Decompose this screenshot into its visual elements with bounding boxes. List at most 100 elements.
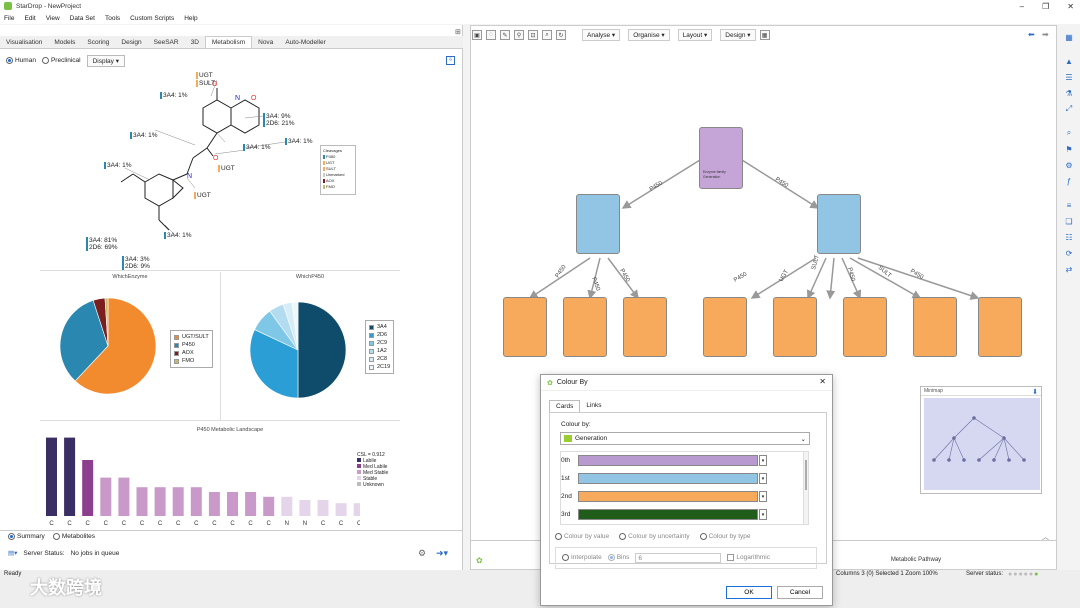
formula-icon[interactable]: ƒ [1063, 175, 1075, 187]
rows-icon[interactable]: ≡ [1063, 199, 1075, 211]
menu-help[interactable]: Help [184, 15, 197, 22]
pathway-node-gen2[interactable] [703, 297, 747, 357]
tab-seesar[interactable]: SeeSAR [148, 37, 185, 48]
minimap-view[interactable] [924, 398, 1040, 490]
layout-icon[interactable]: ⊡ [528, 30, 538, 40]
organise-menu[interactable]: Organise ▾ [628, 29, 670, 41]
chart-icon[interactable]: ▲ [1063, 55, 1075, 67]
pathway-node-gen2[interactable] [913, 297, 957, 357]
pathway-node-gen1[interactable] [817, 194, 861, 254]
human-radio[interactable]: Human [6, 57, 36, 65]
stack-icon[interactable]: ☷ [1063, 231, 1075, 243]
metabolites-radio[interactable]: Metabolites [52, 533, 95, 540]
pathway-node-gen2[interactable] [563, 297, 607, 357]
back-arrow-icon[interactable]: ⬅ [1028, 30, 1035, 39]
tab-visualisation[interactable]: Visualisation [0, 37, 48, 48]
tab-3d[interactable]: 3D [185, 37, 205, 48]
swatch-dropdown-icon[interactable]: ▾ [759, 491, 767, 502]
preclinical-radio[interactable]: Preclinical [41, 57, 81, 65]
generation-label: 0th [561, 457, 571, 464]
server-icon[interactable]: ▤▾ [8, 549, 17, 557]
tab-links[interactable]: Links [580, 400, 607, 412]
pathway-node-parent[interactable]: Enzyme family Generation [699, 127, 743, 189]
colour-by-type-radio[interactable]: Colour by type [699, 533, 751, 540]
colour-by-select[interactable]: Generation ⌄ [560, 432, 810, 445]
pathway-node-gen2[interactable] [773, 297, 817, 357]
tab-design[interactable]: Design [115, 37, 147, 48]
tab-auto-modeller[interactable]: Auto-Modeller [279, 37, 331, 48]
settings-icon[interactable]: ⚙ [1063, 159, 1075, 171]
tab-scoring[interactable]: Scoring [81, 37, 115, 48]
logarithmic-checkbox[interactable]: Logarithmic [727, 554, 770, 562]
layers-icon[interactable]: ❏ [1063, 215, 1075, 227]
summary-radio[interactable]: Summary [8, 533, 45, 540]
menu-custom-scripts[interactable]: Custom Scripts [130, 15, 174, 22]
swatch-dropdown-icon[interactable]: ▾ [759, 455, 767, 466]
tab-metabolism[interactable]: Metabolism [204, 36, 253, 48]
search-icon[interactable]: ⌕ [1063, 127, 1075, 139]
color-swatch[interactable] [578, 509, 758, 520]
tab-nova[interactable]: Nova [252, 37, 279, 48]
maximize-icon[interactable]: ❐ [1042, 2, 1049, 11]
tag-icon[interactable]: ⚑ [1063, 143, 1075, 155]
lasso-icon[interactable]: ◌ [486, 30, 496, 40]
select-icon[interactable]: ▣ [472, 30, 482, 40]
color-row: 2nd ▾ [561, 490, 801, 508]
interpolate-radio[interactable]: Interpolate [562, 554, 602, 562]
swatch-dropdown-icon[interactable]: ▾ [759, 473, 767, 484]
pathway-node-gen2[interactable] [503, 297, 547, 357]
connect-icon[interactable]: ⇄ [1063, 263, 1075, 275]
menu-tools[interactable]: Tools [105, 15, 120, 22]
pathway-node-gen2[interactable] [843, 297, 887, 357]
swatch-dropdown-icon[interactable]: ▾ [759, 509, 767, 520]
menu-view[interactable]: View [46, 15, 60, 22]
bar [353, 503, 360, 516]
menu-edit[interactable]: Edit [24, 15, 35, 22]
window-title: StarDrop - NewProject [16, 2, 82, 10]
site-label-ugt-low: UGT [194, 192, 211, 199]
colour-by-uncertainty-radio[interactable]: Colour by uncertainty [619, 533, 690, 540]
grid-icon[interactable]: ▦ [759, 30, 770, 40]
zoom-icon[interactable]: ⌕ [542, 30, 552, 40]
pathway-node-gen1[interactable] [576, 194, 620, 254]
table-icon[interactable]: ▦ [1063, 31, 1075, 43]
menu-file[interactable]: File [4, 15, 14, 22]
pathway-node-gen2[interactable] [978, 297, 1022, 357]
pen-icon[interactable]: ✎ [500, 30, 510, 40]
refresh-icon[interactable]: ↻ [556, 30, 566, 40]
analyse-menu[interactable]: Analyse ▾ [582, 29, 621, 41]
run-arrow-icon[interactable]: ➜▾ [436, 548, 448, 559]
color-swatch[interactable] [578, 491, 758, 502]
layout-menu[interactable]: Layout ▾ [677, 29, 713, 41]
collapse-icon[interactable]: ︿ [1042, 532, 1049, 542]
close-icon[interactable]: ✕ [1067, 2, 1074, 11]
dialog-close-icon[interactable]: ✕ [819, 377, 826, 386]
filter-icon[interactable]: ⚗ [1063, 87, 1075, 99]
settings-icon[interactable]: ⚙ [418, 548, 426, 559]
bins-radio[interactable]: Bins [607, 554, 629, 562]
ok-button[interactable]: OK [726, 586, 772, 599]
link-icon[interactable]: ⚲ [514, 30, 524, 40]
export-icon[interactable]: ⇩ [446, 56, 455, 65]
color-swatch[interactable] [578, 455, 758, 466]
pin-icon[interactable]: ⊞ [455, 28, 461, 36]
right-sidebar: ▦ ▲ ☰ ⚗ ⤢ ⌕ ⚑ ⚙ ƒ ≡ ❏ ☷ ⟳ ⇄ [1058, 25, 1080, 570]
minimize-icon[interactable]: – [1020, 2, 1024, 11]
color-swatch[interactable] [578, 473, 758, 484]
sync-icon[interactable]: ⟳ [1063, 247, 1075, 259]
design-menu[interactable]: Design ▾ [720, 29, 756, 41]
colour-by-value-radio[interactable]: Colour by value [555, 533, 609, 540]
menu-data-set[interactable]: Data Set [70, 15, 95, 22]
tab-models[interactable]: Models [48, 37, 81, 48]
pathway-node-gen2[interactable] [623, 297, 667, 357]
selection-status: Columns 3 (0) Selected 1 Zoom 100% [836, 571, 938, 577]
forward-arrow-icon[interactable]: ➡ [1042, 30, 1049, 39]
tab-cards[interactable]: Cards [549, 400, 581, 412]
cancel-button[interactable]: Cancel [777, 586, 823, 599]
swatch-scrollbar[interactable] [803, 451, 809, 525]
bins-input[interactable]: 6 [635, 553, 722, 563]
display-dropdown[interactable]: Display ▾ [86, 55, 125, 67]
minimap-pin-icon[interactable]: ⬇ [1032, 388, 1038, 396]
list-icon[interactable]: ☰ [1063, 71, 1075, 83]
expand-icon[interactable]: ⤢ [1063, 103, 1075, 115]
